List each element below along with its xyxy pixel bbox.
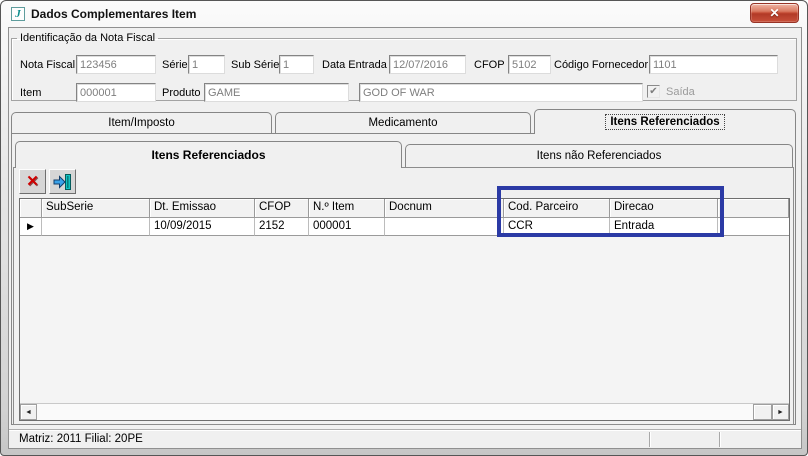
tab-medicamento[interactable]: Medicamento [275,112,531,133]
statusbar-text: Matriz: 2011 Filial: 20PE [19,433,143,445]
check-icon: ✔ [649,85,658,97]
grid-header-cfop[interactable]: CFOP [255,199,309,218]
subtab-itens-nao-referenciados[interactable]: Itens não Referenciados [405,144,793,167]
subtab-itens-referenciados[interactable]: Itens Referenciados [15,141,402,168]
sub-serie-input[interactable] [279,55,314,74]
grid-header-n-item[interactable]: N.º Item [309,199,385,218]
statusbar-separator [719,432,720,447]
data-entrada-input[interactable] [389,55,466,74]
produto-label: Produto [162,87,201,99]
grid-header-subserie[interactable]: SubSerie [42,199,150,218]
codigo-fornecedor-input[interactable] [649,55,778,74]
saida-checkbox[interactable]: ✔ [647,85,660,98]
identificacao-legend: Identificação da Nota Fiscal [20,32,156,44]
close-icon: ✕ [769,6,780,20]
close-button[interactable]: ✕ [750,3,799,23]
app-icon: J [11,7,25,21]
delete-button[interactable]: ✕ [19,169,46,194]
grid-header-filler [718,199,789,218]
scroll-right-button[interactable]: ► [772,404,789,420]
subtab-itens-referenciados-label: Itens Referenciados [151,148,266,162]
grid-header-row: SubSerie Dt. Emissao CFOP N.º Item Docnu… [20,199,789,218]
grid-header-dt-emissao[interactable]: Dt. Emissao [150,199,255,218]
produto-input[interactable] [204,83,349,102]
cell-cod-parceiro[interactable]: CCR [504,218,610,236]
tab-item-imposto-label: Item/Imposto [108,117,175,129]
codigo-fornecedor-label: Código Fornecedor [554,59,649,71]
sub-serie-label: Sub Série [231,59,280,71]
item-label: Item [20,87,42,99]
cell-subserie[interactable] [42,218,150,236]
tab-item-imposto[interactable]: Item/Imposto [11,112,272,133]
scroll-right-icon: ► [777,408,784,416]
scroll-left-button[interactable]: ◄ [20,404,37,420]
client-area: Identificação da Nota Fiscal Nota Fiscal… [8,27,802,449]
identificacao-groupbox: Identificação da Nota Fiscal Nota Fiscal… [11,32,797,102]
cfop-input[interactable] [508,55,551,74]
item-input[interactable] [76,83,156,102]
grid-empty-area [20,236,789,403]
exit-button[interactable] [49,169,76,194]
cfop-label: CFOP [474,59,505,71]
cell-n-item[interactable]: 000001 [309,218,385,236]
row-marker-icon: ▶ [27,221,34,231]
nota-fiscal-input[interactable] [76,55,156,74]
cell-docnum[interactable] [385,218,504,236]
produto-descricao-input[interactable] [359,83,643,102]
grid-header-cod-parceiro[interactable]: Cod. Parceiro [504,199,610,218]
serie-label: Série [162,59,188,71]
titlebar[interactable]: J Dados Complementares Item ✕ [1,1,807,27]
saida-label: Saída [666,86,695,98]
row-selector-cell[interactable]: ▶ [20,218,42,236]
scrollbar-track[interactable] [37,404,753,420]
scroll-left-icon: ◄ [25,408,32,416]
serie-input[interactable] [188,55,225,74]
scrollbar-thumb[interactable] [753,404,772,420]
statusbar: Matriz: 2011 Filial: 20PE [9,429,801,448]
itens-referenciados-grid: SubSerie Dt. Emissao CFOP N.º Item Docnu… [19,198,790,421]
statusbar-separator [649,432,650,447]
nota-fiscal-label: Nota Fiscal [20,59,76,71]
tab-medicamento-label: Medicamento [368,117,438,129]
dialog-window: J Dados Complementares Item ✕ Identifica… [0,0,808,456]
cell-filler [718,218,789,236]
cell-cfop[interactable]: 2152 [255,218,309,236]
app-icon-glyph: J [15,7,21,20]
exit-door-icon [53,173,71,190]
grid-header-selector [20,199,42,218]
grid-data-row[interactable]: ▶ 10/09/2015 2152 000001 CCR Entrada [20,218,789,236]
grid-header-docnum[interactable]: Docnum [385,199,504,218]
cell-dt-emissao[interactable]: 10/09/2015 [150,218,255,236]
cell-direcao[interactable]: Entrada [610,218,718,236]
grid-header-direcao[interactable]: Direcao [610,199,718,218]
data-entrada-label: Data Entrada [322,59,387,71]
subtab-itens-nao-referenciados-label: Itens não Referenciados [536,150,662,162]
grid-horizontal-scrollbar[interactable]: ◄ ► [20,403,789,420]
window-title: Dados Complementares Item [31,7,197,21]
delete-x-icon: ✕ [26,173,39,190]
tab-itens-referenciados-label: Itens Referenciados [605,114,725,130]
tab-itens-referenciados[interactable]: Itens Referenciados [534,109,796,134]
